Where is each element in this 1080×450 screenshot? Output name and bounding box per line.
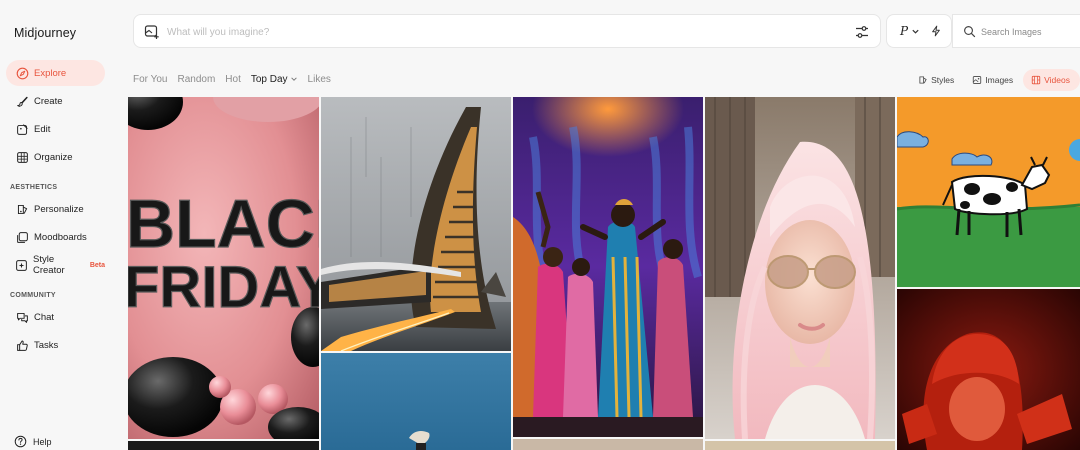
mode-selector[interactable]: P	[886, 14, 952, 48]
add-image-icon[interactable]	[144, 24, 160, 40]
sidebar-item-label: Organize	[34, 151, 73, 163]
gallery-tile-sky[interactable]	[321, 353, 511, 450]
gallery-tile-black-friday[interactable]: BLACK FRIDAY	[128, 97, 319, 439]
sidebar-item-personalize[interactable]: Personalize	[6, 196, 105, 222]
filter-images-label: Images	[985, 75, 1014, 85]
moodboard-icon	[15, 230, 29, 244]
tab-random[interactable]: Random	[177, 74, 215, 85]
architecture-image	[321, 97, 511, 351]
gallery-tile[interactable]	[128, 441, 319, 450]
tab-for-you[interactable]: For You	[133, 74, 167, 85]
help-label: Help	[33, 436, 52, 447]
help-icon	[14, 435, 27, 448]
chevron-down-icon	[912, 29, 919, 34]
cartoon-cow-image	[897, 97, 1080, 287]
sidebar-item-create[interactable]: Create	[6, 88, 105, 114]
media-filters: Styles Images Videos	[908, 69, 1080, 91]
image-gallery: BLACK FRIDAY	[128, 97, 1080, 450]
edit-image-icon	[15, 122, 29, 136]
gallery-tile[interactable]	[513, 439, 703, 450]
stage-performance-image	[513, 97, 703, 437]
tab-top-day[interactable]: Top Day	[251, 74, 298, 85]
sidebar-item-label: Create	[34, 95, 63, 107]
filter-styles-label: Styles	[931, 75, 955, 85]
gallery-tile[interactable]	[705, 441, 895, 450]
tab-likes[interactable]: Likes	[308, 74, 331, 85]
sidebar-item-label: Tasks	[34, 339, 59, 351]
gallery-tile-cow[interactable]	[897, 97, 1080, 287]
filter-styles[interactable]: Styles	[910, 69, 962, 91]
sidebar-item-moodboards[interactable]: Moodboards	[6, 224, 105, 250]
prompt-input[interactable]	[167, 23, 817, 41]
chevron-down-icon	[290, 77, 297, 82]
settings-sliders-icon[interactable]	[854, 24, 870, 40]
search-icon	[964, 26, 976, 38]
tab-top-day-label: Top Day	[250, 74, 288, 85]
sidebar-item-label: Edit	[34, 123, 51, 135]
film-icon	[1031, 75, 1041, 85]
help-link[interactable]: Help	[14, 435, 52, 448]
search-box	[952, 14, 1080, 48]
prompt-bar	[133, 14, 881, 48]
gallery-tile-portrait[interactable]	[705, 97, 895, 439]
personalization-mode-label: P	[900, 24, 909, 38]
black-friday-line-2: FRIDAY	[128, 255, 319, 320]
black-friday-image: BLACK FRIDAY	[128, 97, 319, 439]
chat-icon	[15, 310, 29, 324]
filter-videos[interactable]: Videos	[1023, 69, 1080, 91]
aesthetics-section-label: AESTHETICS	[10, 184, 58, 191]
image-icon	[973, 76, 982, 84]
styles-icon	[919, 76, 927, 84]
sidebar-item-chat[interactable]: Chat	[6, 304, 105, 330]
community-section-label: COMMUNITY	[10, 292, 56, 299]
app-window: Midjourney Explore Create Edit Organize	[0, 0, 1080, 450]
beta-badge: Beta	[89, 261, 105, 269]
sidebar-item-label: Chat	[34, 311, 55, 323]
style-creator-icon	[15, 258, 28, 272]
sidebar-item-explore[interactable]: Explore	[6, 60, 105, 86]
sidebar-item-organize[interactable]: Organize	[6, 144, 105, 170]
palette-icon	[15, 202, 29, 216]
filter-images[interactable]: Images	[964, 69, 1021, 91]
brush-icon	[15, 94, 29, 108]
sidebar-item-edit[interactable]: Edit	[6, 116, 105, 142]
lightning-icon[interactable]	[930, 25, 942, 37]
sidebar-item-label: Personalize	[34, 203, 84, 215]
tab-hot[interactable]: Hot	[225, 74, 241, 85]
red-portrait-image	[897, 289, 1080, 450]
sidebar: Midjourney Explore Create Edit Organize	[0, 0, 128, 450]
sidebar-item-style-creator[interactable]: Style Creator Beta	[6, 252, 105, 278]
sidebar-item-label: Explore	[34, 67, 67, 79]
search-input[interactable]	[981, 24, 1077, 40]
sidebar-item-tasks[interactable]: Tasks	[6, 332, 105, 358]
portrait-image	[705, 97, 895, 439]
sidebar-item-label: Moodboards	[34, 231, 87, 243]
feed-tabs: For You Random Hot Top Day Likes	[133, 74, 331, 85]
thumbs-up-icon	[15, 338, 29, 352]
gallery-tile-architecture[interactable]	[321, 97, 511, 351]
sky-figure-image	[321, 353, 511, 450]
compass-icon	[15, 66, 29, 80]
brand-logo[interactable]: Midjourney	[14, 26, 76, 40]
gallery-tile-red-portrait[interactable]	[897, 289, 1080, 450]
grid-icon	[15, 150, 29, 164]
sidebar-item-label: Style Creator	[33, 254, 65, 276]
black-friday-line-1: BLACK	[128, 186, 319, 262]
gallery-tile-performance[interactable]	[513, 97, 703, 437]
filter-videos-label: Videos	[1044, 75, 1070, 85]
